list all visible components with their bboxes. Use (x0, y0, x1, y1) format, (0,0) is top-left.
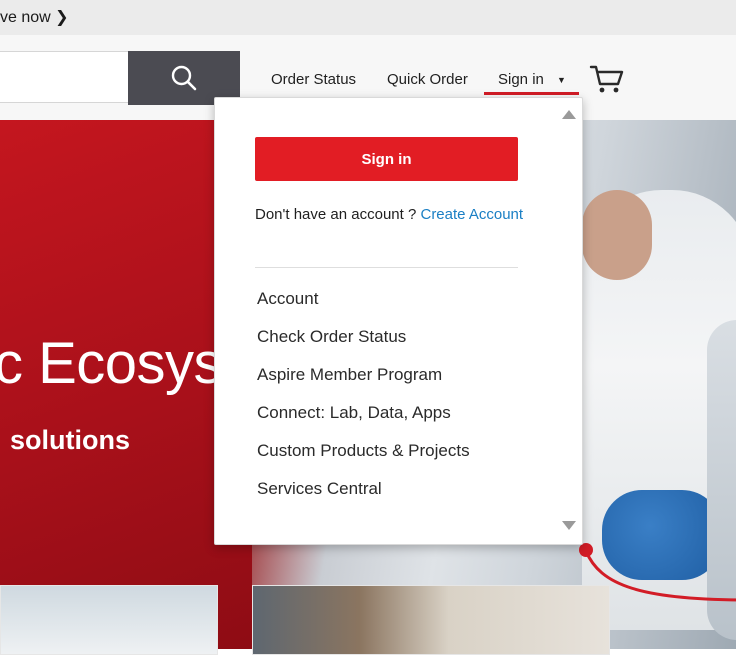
nav-sign-in[interactable]: Sign in (498, 71, 544, 88)
menu-item-services-central[interactable]: Services Central (257, 479, 382, 499)
hero-decorative-dot (579, 543, 593, 557)
promo-link[interactable]: ve now ❯ (0, 7, 69, 27)
cart-icon[interactable] (589, 63, 625, 95)
sign-in-active-underline (484, 92, 579, 95)
nav-quick-order[interactable]: Quick Order (387, 71, 468, 88)
promo-card-2[interactable] (252, 585, 610, 655)
menu-item-account[interactable]: Account (257, 289, 318, 309)
sign-in-button[interactable]: Sign in (255, 137, 518, 181)
menu-item-connect[interactable]: Connect: Lab, Data, Apps (257, 403, 451, 423)
promo-bar: ve now ❯ (0, 0, 736, 35)
hero-subtitle: solutions (0, 425, 130, 456)
hero-title: c Ecosyst (0, 331, 238, 396)
account-prompt: Don't have an account ? Create Account (255, 202, 525, 227)
menu-item-aspire-member-program[interactable]: Aspire Member Program (257, 365, 442, 385)
hero-scientist-head (582, 190, 652, 280)
menu-divider (255, 267, 518, 268)
nav-order-status[interactable]: Order Status (271, 71, 356, 88)
menu-item-check-order-status[interactable]: Check Order Status (257, 327, 406, 347)
hero-subtitle-text: solutions (10, 425, 130, 455)
search-input[interactable] (0, 51, 128, 103)
create-account-link[interactable]: Create Account (420, 206, 523, 223)
account-prompt-text: Don't have an account ? (255, 206, 421, 223)
promo-card-1[interactable] (0, 585, 218, 655)
scroll-down-icon[interactable] (562, 521, 576, 530)
caret-down-icon[interactable]: ▼ (557, 75, 566, 85)
menu-item-custom-products[interactable]: Custom Products & Projects (257, 441, 470, 461)
scroll-up-icon[interactable] (562, 110, 576, 119)
sign-in-dropdown: Sign in Don't have an account ? Create A… (214, 97, 583, 545)
search-icon (171, 65, 197, 91)
